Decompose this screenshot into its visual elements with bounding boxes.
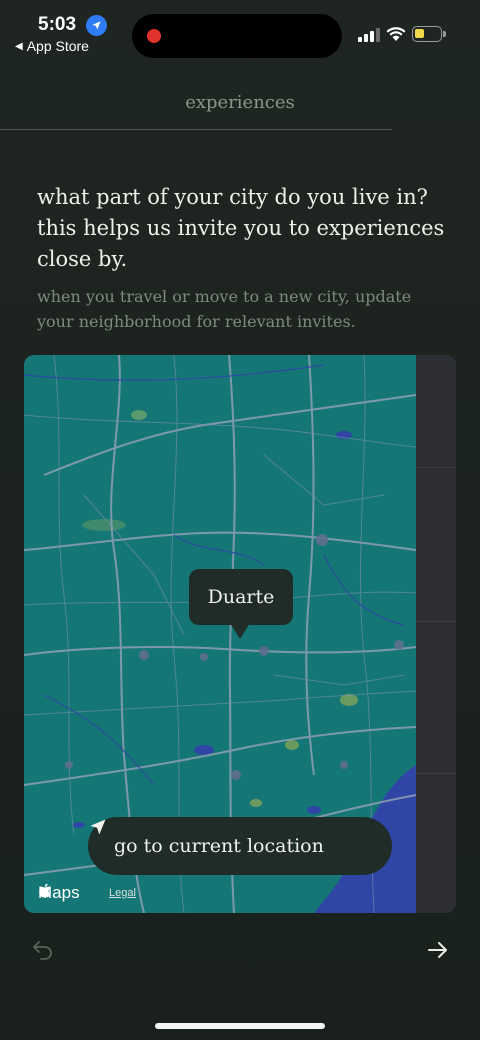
current-location-label: go to current location bbox=[114, 835, 324, 857]
map-view[interactable]: Duarte go to current location Maps Legal bbox=[24, 355, 416, 913]
undo-arrow-icon[interactable] bbox=[30, 937, 56, 963]
location-services-icon bbox=[86, 15, 107, 36]
map-pin-tip bbox=[230, 623, 250, 639]
map-side-panel bbox=[416, 355, 456, 913]
home-indicator[interactable] bbox=[155, 1023, 325, 1029]
page-title: experiences bbox=[185, 92, 295, 113]
back-to-app-link[interactable]: ◀ App Store bbox=[15, 38, 89, 54]
pin-label: Duarte bbox=[207, 586, 275, 608]
map-pin-callout[interactable]: Duarte bbox=[189, 569, 293, 625]
battery-icon bbox=[412, 26, 446, 42]
header-divider bbox=[0, 129, 392, 130]
question-heading: what part of your city do you live in? t… bbox=[37, 185, 445, 271]
arrow-right-icon[interactable] bbox=[425, 937, 451, 963]
status-time: 5:03 bbox=[38, 14, 77, 35]
current-location-button[interactable]: go to current location bbox=[88, 817, 392, 875]
cellular-signal-icon bbox=[358, 28, 380, 42]
apple-maps-logo: Maps bbox=[38, 883, 80, 903]
map-container[interactable]: Duarte go to current location Maps Legal bbox=[24, 355, 456, 913]
wifi-icon bbox=[386, 27, 406, 41]
recording-indicator-icon bbox=[147, 29, 161, 43]
status-bar: 5:03 ◀ App Store bbox=[0, 0, 480, 72]
question-subtext: when you travel or move to a new city, u… bbox=[37, 287, 412, 331]
back-triangle-icon: ◀ bbox=[15, 40, 23, 52]
legal-link[interactable]: Legal bbox=[109, 887, 136, 899]
apple-logo-icon bbox=[39, 883, 51, 898]
navigation-arrow-icon bbox=[90, 819, 106, 835]
dynamic-island bbox=[132, 14, 342, 58]
back-app-label: App Store bbox=[26, 38, 89, 54]
